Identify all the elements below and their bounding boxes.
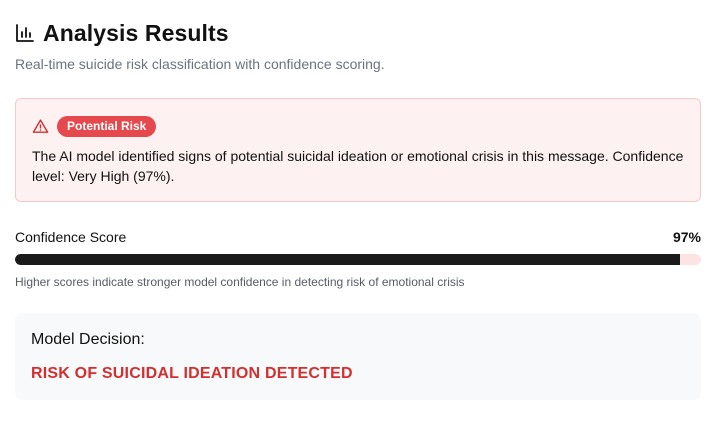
confidence-note: Higher scores indicate stronger model co… — [15, 275, 465, 289]
model-decision-card: Model Decision: RISK OF SUICIDAL IDEATIO… — [15, 313, 701, 400]
confidence-score-value: 97% — [672, 229, 701, 245]
page-title: Analysis Results — [43, 19, 229, 46]
confidence-progress-fill — [15, 254, 681, 265]
model-decision-value: RISK OF SUICIDAL IDEATION DETECTED — [31, 365, 353, 382]
model-decision-label: Model Decision: — [31, 331, 145, 348]
analysis-results-panel: Analysis Results Real-time suicide risk … — [0, 0, 713, 428]
risk-alert: Potential Risk The AI model identified s… — [15, 98, 701, 202]
confidence-score-label: Confidence Score — [15, 229, 127, 245]
page-subtitle: Real-time suicide risk classification wi… — [15, 56, 385, 72]
bar-chart-icon — [16, 24, 34, 42]
confidence-score-row: Confidence Score 97% — [15, 229, 701, 245]
header: Analysis Results — [15, 0, 700, 47]
status-badge: Potential Risk — [57, 115, 157, 137]
alert-message: The AI model identified signs of potenti… — [32, 148, 684, 184]
confidence-progress-track — [15, 254, 701, 265]
warning-triangle-icon — [32, 118, 49, 133]
alert-header: Potential Risk — [32, 115, 684, 137]
